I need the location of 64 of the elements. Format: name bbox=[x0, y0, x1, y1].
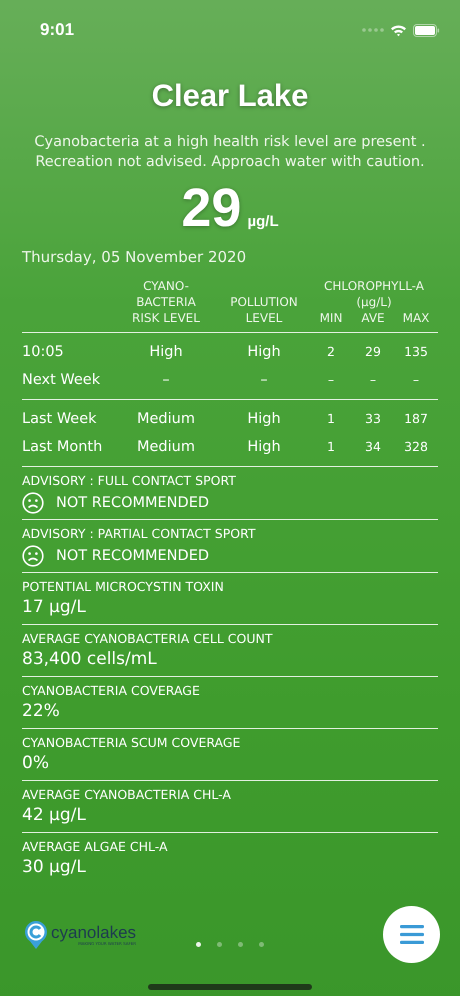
signal-icon bbox=[362, 28, 384, 32]
risk-description: Cyanobacteria at a high health risk level are present . Recreation not advised. Approach water with caution. bbox=[34, 133, 426, 172]
column-header: CYANO- BACTERIA RISK LEVEL bbox=[131, 278, 201, 326]
metric-label: AVERAGE CYANOBACTERIA CHL-A bbox=[22, 787, 232, 803]
menu-icon bbox=[400, 925, 424, 944]
table-cell-text: 2 bbox=[326, 343, 336, 361]
metric-value: 83,400 cells/mL bbox=[22, 648, 158, 671]
metric-label: CYANOBACTERIA SCUM COVERAGE bbox=[22, 735, 242, 751]
lake-title: Clear Lake bbox=[150, 78, 310, 114]
table-cell-text: Last Week bbox=[22, 410, 98, 429]
status-time: 9:01 bbox=[40, 20, 74, 40]
reading-value: 29 bbox=[181, 177, 242, 240]
table-cell-text: 1 bbox=[326, 438, 336, 456]
metric-value: 30 µg/L bbox=[22, 856, 87, 879]
logo-name: cyanolakes bbox=[51, 924, 136, 940]
metric-value: 22% bbox=[22, 700, 61, 723]
battery-icon bbox=[413, 24, 440, 36]
table-cell-text: Medium bbox=[136, 438, 196, 457]
table-cell-text: 135 bbox=[403, 343, 429, 361]
table-cell-text: High bbox=[246, 438, 282, 457]
sad-face-icon bbox=[22, 545, 44, 567]
metric-label: ADVISORY : PARTIAL CONTACT SPORT bbox=[22, 526, 256, 542]
table-cell-text: 187 bbox=[403, 410, 429, 428]
column-header: MIN bbox=[318, 310, 344, 326]
table-cell-text: High bbox=[148, 343, 184, 362]
table-cell-text: – bbox=[259, 371, 269, 390]
metric-value: 17 µg/L bbox=[22, 596, 87, 619]
advisory-value: NOT RECOMMENDED bbox=[56, 547, 210, 566]
metric-label: POTENTIAL MICROCYSTIN TOXIN bbox=[22, 579, 225, 595]
table-cell-text: 33 bbox=[364, 410, 382, 428]
metric-value: 42 µg/L bbox=[22, 804, 87, 827]
table-cell-text: 29 bbox=[364, 343, 382, 361]
table-cell-text: High bbox=[246, 410, 282, 429]
advisory-value: NOT RECOMMENDED bbox=[56, 494, 210, 513]
date-label: Thursday, 05 November 2020 bbox=[22, 248, 248, 266]
page-dot[interactable] bbox=[259, 942, 264, 947]
metric-label: ADVISORY : FULL CONTACT SPORT bbox=[22, 473, 237, 489]
table-cell-text: – bbox=[161, 371, 171, 390]
column-header: AVE bbox=[360, 310, 386, 326]
reading-unit: µg/L bbox=[247, 213, 279, 230]
metric-label: CYANOBACTERIA COVERAGE bbox=[22, 683, 201, 699]
metric-value: 0% bbox=[22, 752, 50, 775]
table-cell-text: – bbox=[412, 371, 420, 389]
table-cell-text: – bbox=[326, 371, 336, 389]
table-cell-text: Next Week bbox=[22, 371, 102, 390]
column-group-header: CHLOROPHYLL-A (µg/L) bbox=[323, 278, 425, 310]
column-header: POLLUTION LEVEL bbox=[229, 294, 299, 326]
page-dot[interactable] bbox=[217, 942, 222, 947]
sad-face-icon bbox=[22, 492, 44, 514]
table-cell-text: Last Month bbox=[22, 438, 104, 457]
table-cell-text: Medium bbox=[136, 410, 196, 429]
page-dot[interactable] bbox=[196, 942, 201, 947]
table-cell-text: 34 bbox=[364, 438, 382, 456]
page-dot[interactable] bbox=[238, 942, 243, 947]
wifi-icon bbox=[390, 24, 407, 36]
table-cell-text: 328 bbox=[403, 438, 429, 456]
column-header: MAX bbox=[402, 310, 430, 326]
table-cell-text: 1 bbox=[326, 410, 336, 428]
table-cell-text: – bbox=[368, 371, 378, 389]
table-cell-text: 10:05 bbox=[22, 343, 65, 362]
logo-icon bbox=[24, 920, 48, 950]
metric-label: AVERAGE ALGAE CHL-A bbox=[22, 839, 169, 855]
metric-label: AVERAGE CYANOBACTERIA CELL COUNT bbox=[22, 631, 274, 647]
table-cell-text: High bbox=[246, 343, 282, 362]
